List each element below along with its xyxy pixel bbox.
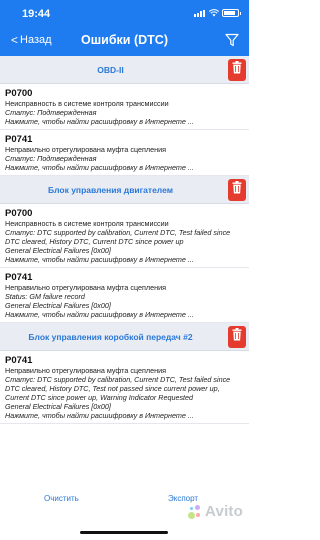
avito-watermark: Avito	[188, 503, 243, 520]
dtc-status-line: General Electrical Failures [0x00]	[5, 246, 111, 255]
dtc-item[interactable]: P0741 Неправильно отрегулирована муфта сц…	[0, 268, 249, 323]
navigation-bar: < Назад Ошибки (DTC)	[0, 26, 249, 56]
section-header: Блок управления двигателем	[0, 176, 249, 204]
status-time: 19:44	[22, 8, 51, 20]
dtc-status-line: Нажмите, чтобы найти расшифровку в Интер…	[5, 310, 194, 319]
page-title: Ошибки (DTC)	[81, 33, 168, 47]
section-title: Блок управления коробкой передач #2	[28, 332, 193, 342]
dtc-item[interactable]: P0741 Неправильно отрегулирована муфта сц…	[0, 351, 249, 424]
dtc-status-line: DTC cleared, History DTC, Test not passe…	[5, 384, 220, 393]
dtc-code: P0741	[5, 272, 33, 283]
dtc-list: OBD-II P0700 Неисправность в системе контр…	[0, 56, 249, 424]
clear-button[interactable]: Очистить	[44, 494, 79, 503]
dtc-item[interactable]: P0700 Неисправность в системе контроля тр…	[0, 204, 249, 268]
wifi-icon	[209, 9, 219, 17]
dtc-code: P0741	[5, 355, 33, 366]
battery-icon	[222, 9, 241, 17]
dtc-status-line: DTC cleared, History DTC, Current DTC si…	[5, 237, 184, 246]
logo-dot	[188, 511, 196, 519]
dtc-description: Неисправность в системе контроля трансми…	[5, 219, 169, 228]
dtc-code: P0741	[5, 134, 33, 145]
logo-dot	[196, 512, 201, 517]
dtc-status-line: Статус: Подтвержденная	[5, 154, 97, 163]
dtc-description: Неправильно отрегулирована муфта сцеплен…	[5, 145, 166, 154]
dtc-status-line: Нажмите, чтобы найти расшифровку в Интер…	[5, 411, 194, 420]
trash-icon	[232, 61, 242, 79]
dtc-item[interactable]: P0741 Неправильно отрегулирована муфта сц…	[0, 130, 249, 176]
dtc-description: Неправильно отрегулирована муфта сцеплен…	[5, 366, 166, 375]
section-title: OBD-II	[97, 65, 124, 75]
dtc-description: Неправильно отрегулирована муфта сцеплен…	[5, 283, 166, 292]
home-indicator	[80, 531, 168, 534]
dtc-status-line: Статус: DTC supported by calibration, Cu…	[5, 228, 231, 237]
dtc-status-line: Нажмите, чтобы найти расшифровку в Интер…	[5, 255, 194, 264]
dtc-status-line: Статус: DTC supported by calibration, Cu…	[5, 375, 231, 384]
delete-section-button[interactable]	[228, 179, 246, 201]
dtc-status-line: Статус: Подтвержденная	[5, 108, 97, 117]
filter-funnel-icon[interactable]	[225, 33, 239, 47]
dtc-description: Неисправность в системе контроля трансми…	[5, 99, 169, 108]
dtc-code: P0700	[5, 88, 33, 99]
export-button[interactable]: Экспорт	[168, 494, 198, 503]
dtc-code: P0700	[5, 208, 33, 219]
dtc-item[interactable]: P0700 Неисправность в системе контроля тр…	[0, 84, 249, 130]
dtc-status-line: Нажмите, чтобы найти расшифровку в Интер…	[5, 163, 194, 172]
delete-section-button[interactable]	[228, 59, 246, 81]
dtc-status-line: Current DTC since power up, Warning Indi…	[5, 393, 194, 402]
dtc-status-line: General Electrical Failures [0x00]	[5, 301, 111, 310]
trash-icon	[232, 181, 242, 199]
avito-logo-icon	[188, 504, 202, 519]
section-header: Блок управления коробкой передач #2	[0, 323, 249, 351]
watermark-text: Avito	[205, 503, 243, 520]
dtc-status-line: Status: GM failure record	[5, 292, 85, 301]
logo-dot	[190, 506, 194, 510]
logo-dot	[195, 504, 201, 510]
cellular-signal-icon	[194, 10, 205, 17]
section-title: Блок управления двигателем	[48, 185, 173, 195]
dtc-status-line: General Electrical Failures [0x00]	[5, 402, 111, 411]
section-header: OBD-II	[0, 56, 249, 84]
trash-icon	[232, 328, 242, 346]
dtc-status-line: Нажмите, чтобы найти расшифровку в Интер…	[5, 117, 194, 126]
delete-section-button[interactable]	[228, 326, 246, 348]
status-bar: 19:44	[0, 0, 249, 26]
